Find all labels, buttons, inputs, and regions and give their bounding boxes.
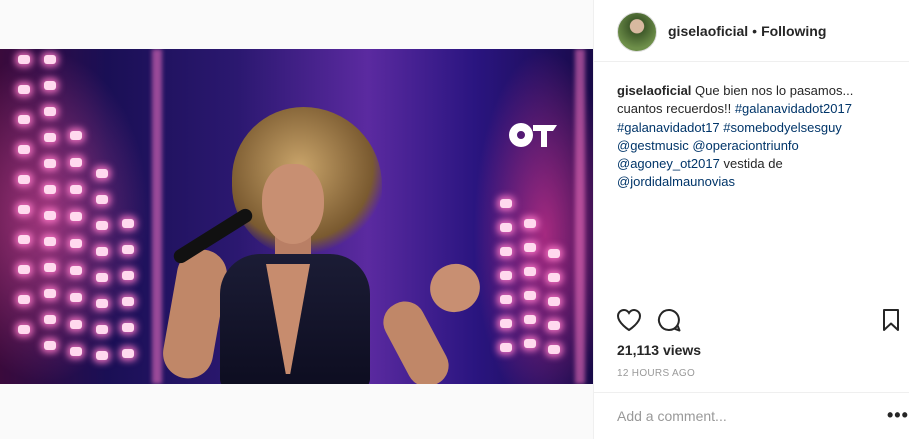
stage-light <box>96 351 108 360</box>
stage-light <box>524 315 536 324</box>
stage-light <box>96 221 108 230</box>
stage-light <box>44 315 56 324</box>
stage-light <box>548 297 560 306</box>
header-username[interactable]: giselaoficial <box>668 23 748 39</box>
stage-light <box>500 295 512 304</box>
stage-light <box>122 245 134 254</box>
stage-light <box>18 85 30 94</box>
header-separator: • <box>752 23 758 39</box>
stage-light <box>70 320 82 329</box>
stage-light <box>44 289 56 298</box>
stage-light <box>70 347 82 356</box>
stage-light <box>96 169 108 178</box>
stage-light <box>548 273 560 282</box>
mention-link[interactable]: @agoney_ot2017 <box>617 156 720 171</box>
stage-light <box>122 297 134 306</box>
stage-light <box>18 205 30 214</box>
mention-link[interactable]: @jordidalmaunovias <box>617 174 735 189</box>
caption-username[interactable]: giselaoficial <box>617 83 691 98</box>
hashtag-link[interactable]: #galanavidadot17 <box>617 120 720 135</box>
stage-light <box>44 159 56 168</box>
stage-light <box>18 55 30 64</box>
post-timestamp[interactable]: 12 HOURS AGO <box>617 368 695 379</box>
stage-light <box>548 321 560 330</box>
stage-light <box>524 339 536 348</box>
stage-light <box>70 266 82 275</box>
stage-light <box>500 319 512 328</box>
post-video[interactable] <box>0 49 593 384</box>
stage-light <box>96 247 108 256</box>
post-caption: giselaoficial Que bien nos lo pasamos...… <box>617 82 887 192</box>
stage-light-beam <box>575 49 585 384</box>
avatar[interactable] <box>617 12 657 52</box>
comment-bubble-icon[interactable] <box>655 306 683 334</box>
stage-light <box>524 291 536 300</box>
stage-light <box>18 235 30 244</box>
stage-light <box>44 185 56 194</box>
stage-light <box>500 247 512 256</box>
stage-light <box>70 158 82 167</box>
stage-light <box>122 323 134 332</box>
hashtag-link[interactable]: #somebodyelsesguy <box>723 120 842 135</box>
stage-light <box>44 263 56 272</box>
stage-light <box>44 55 56 64</box>
stage-light <box>44 341 56 350</box>
stage-light <box>44 81 56 90</box>
post-actions <box>594 306 909 340</box>
comment-input[interactable] <box>617 406 867 426</box>
post-details-panel: giselaoficial • Following giselaoficial Qu… <box>593 0 909 439</box>
more-options-icon[interactable]: ••• <box>887 405 909 426</box>
stage-light <box>18 115 30 124</box>
stage-light <box>96 299 108 308</box>
stage-light <box>122 271 134 280</box>
comment-bar: ••• <box>594 392 909 439</box>
stage-light <box>44 133 56 142</box>
stage-light <box>500 343 512 352</box>
view-count[interactable]: 21,113 views <box>617 342 701 358</box>
ot-logo <box>509 123 557 147</box>
stage-light <box>18 265 30 274</box>
stage-light <box>18 295 30 304</box>
stage-light <box>548 345 560 354</box>
stage-light <box>70 239 82 248</box>
stage-light <box>524 243 536 252</box>
stage-light <box>70 185 82 194</box>
caption-trailing-text: vestida de <box>723 156 783 172</box>
heart-icon[interactable] <box>615 306 643 334</box>
stage-light <box>548 249 560 258</box>
stage-light <box>122 349 134 358</box>
post-header: giselaoficial • Following <box>594 0 909 62</box>
stage-light <box>500 223 512 232</box>
stage-light <box>96 325 108 334</box>
stage-light-beam <box>152 49 162 384</box>
stage-light <box>500 199 512 208</box>
bookmark-icon[interactable] <box>877 306 905 334</box>
stage-light <box>122 219 134 228</box>
performer-face <box>262 164 324 244</box>
stage-light <box>70 293 82 302</box>
stage-light <box>70 212 82 221</box>
stage-light <box>70 131 82 140</box>
following-button[interactable]: Following <box>761 23 826 39</box>
stage-light <box>44 237 56 246</box>
hashtag-link[interactable]: #galanavidadot2017 <box>735 101 852 116</box>
stage-light <box>18 325 30 334</box>
mention-link[interactable]: @operaciontriunfo <box>692 138 798 153</box>
stage-light <box>44 211 56 220</box>
stage-light <box>44 107 56 116</box>
media-column <box>0 0 593 439</box>
stage-light <box>500 271 512 280</box>
stage-light <box>96 195 108 204</box>
stage-light <box>18 145 30 154</box>
header-line: giselaoficial • Following <box>668 23 826 39</box>
stage-light <box>96 273 108 282</box>
stage-light <box>524 219 536 228</box>
stage-light <box>18 175 30 184</box>
mention-link[interactable]: @gestmusic <box>617 138 689 153</box>
stage-light <box>524 267 536 276</box>
